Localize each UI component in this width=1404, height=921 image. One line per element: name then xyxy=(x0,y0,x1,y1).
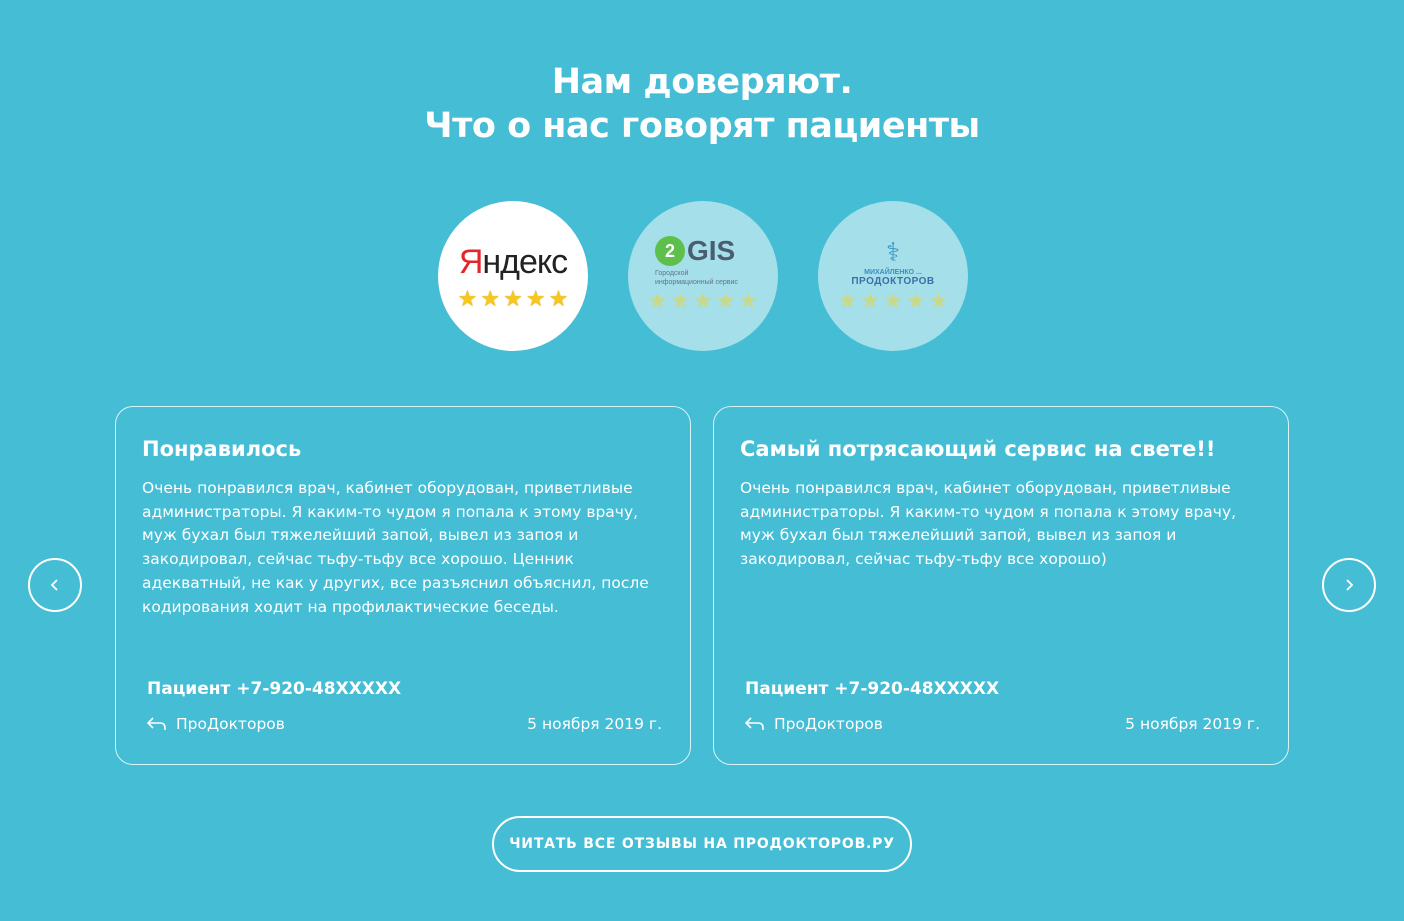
star-icon: ★ xyxy=(905,289,926,314)
star-icon: ★ xyxy=(928,289,949,314)
review-title: Понравилось xyxy=(142,437,302,461)
star-icon: ★ xyxy=(693,289,713,314)
caduceus-icon: ⚕ xyxy=(885,238,901,268)
review-author: Пациент +7-920-48XXXXX xyxy=(147,679,402,699)
review-card: Понравилось Очень понравился врач, кабин… xyxy=(115,406,691,765)
prev-review-button[interactable] xyxy=(28,558,82,612)
review-text: Очень понравился врач, кабинет оборудова… xyxy=(142,479,649,616)
rating-stars: ★ ★ ★ ★ ★ xyxy=(458,289,569,311)
badge-yandex[interactable]: Яндекс ★ ★ ★ ★ ★ xyxy=(438,201,588,351)
reply-arrow-icon xyxy=(745,717,764,730)
star-icon: ★ xyxy=(738,289,759,314)
star-icon: ★ xyxy=(503,287,523,312)
rating-stars: ★ ★ ★ ★ ★ xyxy=(648,291,759,313)
review-title: Самый потрясающий сервис на свете!! xyxy=(740,437,1216,461)
star-icon: ★ xyxy=(647,289,668,314)
reply-arrow-icon xyxy=(147,717,166,730)
review-author: Пациент +7-920-48XXXXX xyxy=(745,679,1000,699)
rating-badges: Яндекс ★ ★ ★ ★ ★ 2 GIS Городской информационн… xyxy=(0,201,1404,351)
2gis-logo: 2 GIS Городской информационный сервис xyxy=(655,235,738,286)
star-icon: ★ xyxy=(837,289,858,314)
title-line-2: Что о нас говорят пациенты xyxy=(424,106,980,146)
star-icon: ★ xyxy=(525,287,546,312)
star-icon: ★ xyxy=(883,289,903,314)
star-icon: ★ xyxy=(715,289,736,314)
chevron-left-icon xyxy=(50,579,58,591)
star-icon: ★ xyxy=(548,287,569,312)
review-source-link[interactable]: ПроДокторов xyxy=(147,715,285,733)
star-icon: ★ xyxy=(670,289,691,314)
review-source-label: ПроДокторов xyxy=(774,715,883,733)
rating-stars: ★ ★ ★ ★ ★ xyxy=(838,291,949,313)
title-line-1: Нам доверяют. xyxy=(551,62,853,102)
next-review-button[interactable] xyxy=(1322,558,1376,612)
badge-prodoctorov[interactable]: ⚕ МИХАЙЛЕНКО ... ПРОДОКТОРОВ ★ ★ ★ ★ ★ xyxy=(818,201,968,351)
review-source-link[interactable]: ПроДокторов xyxy=(745,715,883,733)
section-title: Нам доверяют. Что о нас говорят пациенты xyxy=(0,60,1404,148)
review-text: Очень понравился врач, кабинет оборудова… xyxy=(740,479,1237,569)
review-date: 5 ноября 2019 г. xyxy=(1125,715,1260,733)
yandex-logo: Яндекс xyxy=(458,243,568,281)
star-icon: ★ xyxy=(480,287,501,312)
review-source-label: ПроДокторов xyxy=(176,715,285,733)
star-icon: ★ xyxy=(457,287,478,312)
prodoctorov-clinic-name: МИХАЙЛЕНКО ... xyxy=(864,269,922,276)
review-date: 5 ноября 2019 г. xyxy=(527,715,662,733)
review-card: Самый потрясающий сервис на свете!! Очен… xyxy=(713,406,1289,765)
chevron-right-icon xyxy=(1346,579,1354,591)
badge-2gis[interactable]: 2 GIS Городской информационный сервис ★ ★ ★… xyxy=(628,201,778,351)
read-all-reviews-button[interactable]: ЧИТАТЬ ВСЕ ОТЗЫВЫ НА ПРОДОКТОРОВ.РУ xyxy=(492,816,912,872)
star-icon: ★ xyxy=(860,289,881,314)
prodoctorov-logo: ПРОДОКТОРОВ xyxy=(851,276,935,287)
